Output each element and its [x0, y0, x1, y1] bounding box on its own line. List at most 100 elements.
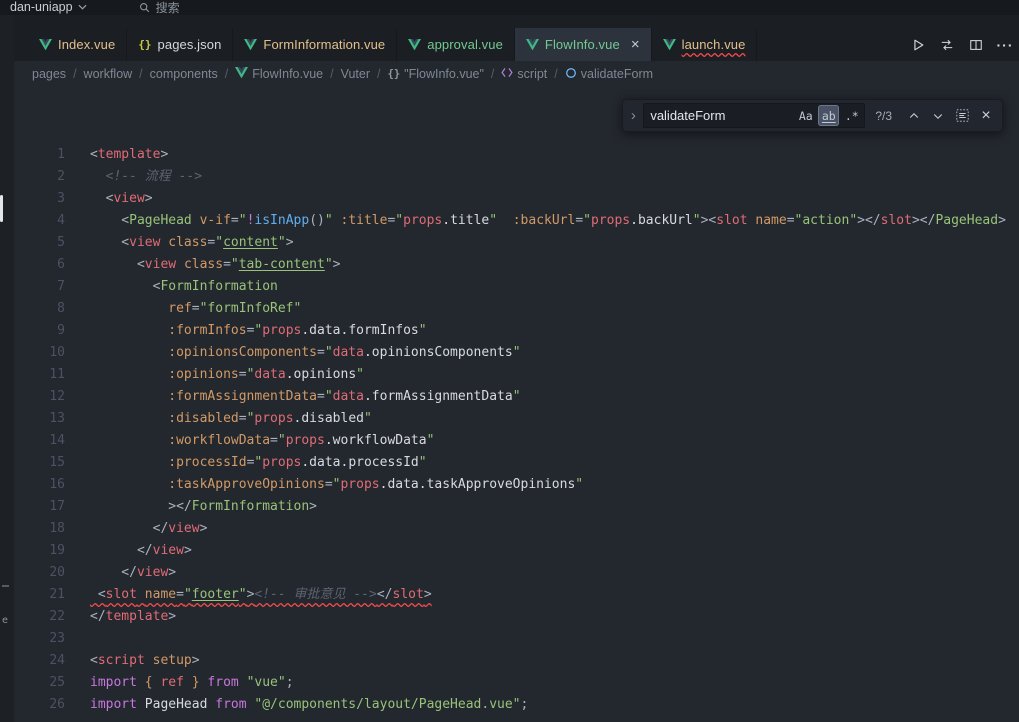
- toggle-replace-icon[interactable]: ›: [627, 108, 639, 123]
- code-line-content[interactable]: <!-- 流程 -->: [65, 166, 202, 188]
- code-line: 1<template>: [14, 144, 1019, 166]
- code-line-content[interactable]: [65, 628, 98, 650]
- tab-label: launch.vue: [682, 37, 746, 52]
- code-line-content[interactable]: :disabled="props.disabled": [65, 408, 372, 430]
- code-line-content[interactable]: :opinionsComponents="data.opinionsCompon…: [65, 342, 521, 364]
- code-line-content[interactable]: <PageHead v-if="!isInApp()" :title="prop…: [65, 210, 1006, 232]
- editor[interactable]: › validateForm Aa ab .* ?/3: [14, 87, 1019, 722]
- line-number: 8: [14, 298, 65, 320]
- line-number: 13: [14, 408, 65, 430]
- code-line: 8 ref="formInfoRef": [14, 298, 1019, 320]
- code-line-content[interactable]: import PageHead from "@/components/layou…: [65, 694, 528, 716]
- code-line-content[interactable]: <view class="tab-content">: [65, 254, 340, 276]
- vue-file-icon: [526, 39, 539, 51]
- tab-pages.json[interactable]: {} pages.json: [127, 28, 233, 61]
- code-line-content[interactable]: import { ref } from "vue";: [65, 672, 294, 694]
- code-line-content[interactable]: <view class="content">: [65, 232, 294, 254]
- line-number: 21: [14, 584, 65, 606]
- breadcrumb-item[interactable]: pages: [32, 67, 66, 81]
- tab-launch.vue[interactable]: launch.vue: [652, 28, 758, 61]
- open-changes-button[interactable]: [939, 37, 955, 53]
- breadcrumb-item[interactable]: script: [501, 67, 547, 81]
- match-case-button[interactable]: Aa: [795, 105, 816, 126]
- vscode-window: dan-uniapp 搜索 e Index.vue {} pages.json For…: [0, 0, 1019, 722]
- find-input[interactable]: validateForm Aa ab .*: [643, 103, 865, 128]
- vue-file-icon: [663, 39, 676, 51]
- editor-actions: ···: [910, 28, 1017, 61]
- breadcrumb-item[interactable]: Vuter: [341, 67, 370, 81]
- symbol-string-icon: {}: [388, 68, 401, 80]
- close-tab-icon[interactable]: ×: [631, 37, 640, 52]
- tab-FlowInfo.vue[interactable]: FlowInfo.vue×: [515, 28, 652, 61]
- tab-FormInformation.vue[interactable]: FormInformation.vue: [233, 28, 397, 61]
- titlebar: dan-uniapp 搜索: [0, 0, 1019, 15]
- breadcrumb-separator: /: [377, 67, 380, 81]
- project-menu[interactable]: dan-uniapp: [0, 0, 87, 14]
- code-line: 11 :opinions="data.opinions": [14, 364, 1019, 386]
- breadcrumb-item[interactable]: FlowInfo.vue: [235, 67, 323, 82]
- previous-match-button[interactable]: [904, 105, 924, 127]
- next-match-button[interactable]: [928, 105, 948, 127]
- scroll-indicator[interactable]: [0, 195, 3, 222]
- code-line-content[interactable]: :workflowData="props.workflowData": [65, 430, 434, 452]
- code-line-content[interactable]: ></FormInformation>: [65, 496, 317, 518]
- regex-button[interactable]: .*: [841, 105, 862, 126]
- breadcrumb-item[interactable]: workflow: [84, 67, 133, 81]
- code-line-content[interactable]: </template>: [65, 606, 176, 628]
- code-line-content[interactable]: <template>: [65, 144, 168, 166]
- line-number: 3: [14, 188, 65, 210]
- json-file-icon: {}: [138, 38, 151, 51]
- breadcrumb-item[interactable]: {}"FlowInfo.vue": [388, 67, 484, 81]
- titlebar-search[interactable]: 搜索: [131, 0, 188, 15]
- breadcrumb-separator: /: [554, 67, 557, 81]
- close-find-button[interactable]: ×: [976, 105, 996, 127]
- vue-file-icon: [235, 67, 248, 82]
- code-line-content[interactable]: :formInfos="props.data.formInfos": [65, 320, 427, 342]
- code-line-content[interactable]: </view>: [65, 518, 207, 540]
- tab-approval.vue[interactable]: approval.vue: [397, 28, 515, 61]
- code-line: 7 <FormInformation: [14, 276, 1019, 298]
- find-in-selection-button[interactable]: [952, 105, 972, 127]
- code-line-content[interactable]: <slot name="footer"><!-- 审批意见 --></slot>: [65, 584, 432, 606]
- breadcrumb-separator: /: [491, 67, 494, 81]
- line-number: 6: [14, 254, 65, 276]
- code-line: 22</template>: [14, 606, 1019, 628]
- breadcrumb-separator: /: [73, 67, 76, 81]
- code-line-content[interactable]: <view>: [65, 188, 153, 210]
- code-line: 6 <view class="tab-content">: [14, 254, 1019, 276]
- sidebar-text-fragment: e: [2, 615, 8, 626]
- code-line-content[interactable]: ref="formInfoRef": [65, 298, 301, 320]
- line-number: 12: [14, 386, 65, 408]
- line-number: 7: [14, 276, 65, 298]
- code-line-content[interactable]: <script setup>: [65, 650, 200, 672]
- vue-file-icon: [244, 39, 257, 51]
- code-line: 21 <slot name="footer"><!-- 审批意见 --></sl…: [14, 584, 1019, 606]
- code-line-content[interactable]: </view>: [65, 562, 176, 584]
- line-number: 17: [14, 496, 65, 518]
- search-label: 搜索: [156, 0, 180, 15]
- breadcrumb-item[interactable]: components: [150, 67, 218, 81]
- code-line-content[interactable]: :taskApproveOpinions="props.data.taskApp…: [65, 474, 583, 496]
- find-widget: › validateForm Aa ab .* ?/3: [622, 99, 1003, 132]
- breadcrumb-separator: /: [225, 67, 228, 81]
- code-line-content[interactable]: :opinions="data.opinions": [65, 364, 364, 386]
- split-editor-button[interactable]: [968, 37, 984, 53]
- code-line-content[interactable]: :processId="props.data.processId": [65, 452, 427, 474]
- tab-label: approval.vue: [427, 37, 503, 52]
- line-number: 25: [14, 672, 65, 694]
- tab-Index.vue[interactable]: Index.vue: [28, 28, 127, 61]
- tab-label: pages.json: [158, 37, 222, 52]
- run-button[interactable]: [910, 37, 926, 53]
- breadcrumb-label: components: [150, 67, 218, 81]
- line-number: 15: [14, 452, 65, 474]
- code-line-content[interactable]: :formAssignmentData="data.formAssignment…: [65, 386, 521, 408]
- breadcrumb-item[interactable]: validateForm: [565, 67, 653, 82]
- breadcrumb: pages / workflow / components / FlowInfo.vue / V…: [14, 61, 1019, 87]
- whole-word-button[interactable]: ab: [818, 105, 839, 126]
- code-line-content[interactable]: </view>: [65, 540, 192, 562]
- breadcrumb-label: Vuter: [341, 67, 370, 81]
- more-actions-button[interactable]: ···: [997, 37, 1013, 53]
- code-line-content[interactable]: <FormInformation: [65, 276, 278, 298]
- tab-label: Index.vue: [58, 37, 115, 52]
- titlebar-gap: [14, 15, 1019, 28]
